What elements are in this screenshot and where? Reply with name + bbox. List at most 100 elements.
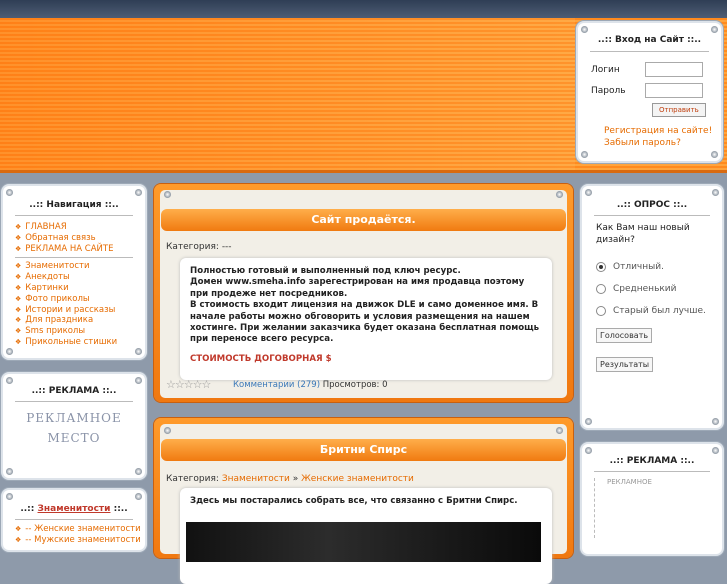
screw-icon — [585, 447, 592, 454]
screw-icon — [712, 418, 719, 425]
ad-panel-left: ..:: РЕКЛАМА ::.. РЕКЛАМНОЕ МЕСТО — [3, 374, 145, 478]
rating-stars[interactable]: ☆☆☆☆☆ — [166, 378, 211, 391]
diamond-bullet-icon: ❖ — [15, 283, 22, 292]
forgot-password-link[interactable]: Забыли пароль? — [604, 138, 681, 148]
vote-button[interactable]: Голосовать — [596, 328, 653, 343]
screw-icon — [6, 468, 13, 475]
screw-icon — [6, 377, 13, 384]
header-gradient — [0, 18, 575, 170]
screw-icon — [585, 418, 592, 425]
article-text: Полностью готовый и выполненный под ключ… — [180, 258, 552, 380]
article-category: Категория: --- — [166, 242, 232, 252]
screw-icon — [6, 189, 13, 196]
category-link[interactable]: Знаменитости — [222, 474, 290, 484]
category-separator: » — [292, 474, 299, 484]
top-bar — [0, 0, 727, 18]
nav-item[interactable]: ❖ Картинки — [15, 283, 133, 294]
nav-item[interactable]: ❖ Анекдоты — [15, 272, 133, 283]
radio-button[interactable] — [596, 306, 606, 316]
article-text-line: Полностью готовый и выполненный под ключ… — [190, 266, 461, 276]
nav-item[interactable]: ❖ -- Мужские знаменитости — [15, 535, 141, 546]
ad-placeholder-image[interactable]: РЕКЛАМНОЕ МЕСТО — [3, 408, 145, 448]
poll-options: Отличный. Средненький Старый был лучше. — [582, 262, 722, 316]
screw-icon — [164, 427, 171, 434]
category-link[interactable]: Женские знаменитости — [301, 474, 414, 484]
radio-button[interactable] — [596, 262, 606, 272]
poll-option-label: Средненький — [613, 284, 677, 294]
radio-button[interactable] — [596, 284, 606, 294]
price-text: СТОИМОСТЬ ДОГОВОРНАЯ $ — [190, 353, 332, 364]
password-input[interactable] — [645, 83, 703, 98]
register-link[interactable]: Регистрация на сайте! — [604, 126, 712, 136]
nav-item[interactable]: ❖ Знаменитости — [15, 261, 133, 272]
login-panel: ..:: Вход на Сайт ::.. Логин Пароль Отпр… — [578, 23, 721, 161]
diamond-bullet-icon: ❖ — [15, 525, 22, 533]
nav-item[interactable]: ❖ Фото приколы — [15, 294, 133, 305]
login-input[interactable] — [645, 62, 703, 77]
nav-item[interactable]: ❖ Для праздника — [15, 315, 133, 326]
diamond-bullet-icon: ❖ — [15, 337, 22, 346]
nav-item-label: Для праздника — [25, 315, 94, 326]
diamond-bullet-icon: ❖ — [15, 273, 22, 282]
nav-item[interactable]: ❖ РЕКЛАМА НА САЙТЕ — [15, 244, 133, 255]
ad-image-text: РЕКЛАМНОЕ — [607, 478, 652, 486]
celebrities-title-link[interactable]: Знаменитости — [38, 504, 111, 514]
ad-image-text: МЕСТО — [47, 431, 101, 445]
nav-item[interactable]: ❖ Прикольные стишки — [15, 337, 133, 348]
poll-option-label: Старый был лучше. — [613, 306, 706, 316]
screw-icon — [712, 447, 719, 454]
screw-icon — [712, 189, 719, 196]
ad-placeholder-image[interactable]: РЕКЛАМНОЕ — [594, 478, 710, 538]
nav-item[interactable]: ❖ -- Женские знаменитости — [15, 524, 141, 535]
article-sale: Сайт продаётся. Категория: --- Полностью… — [154, 184, 573, 402]
screw-icon — [581, 26, 588, 33]
login-title: ..:: Вход на Сайт ::.. — [597, 35, 702, 45]
nav-item[interactable]: ❖ Sms приколы — [15, 326, 133, 337]
login-submit-button[interactable]: Отправить — [652, 103, 706, 117]
divider — [594, 471, 710, 472]
divider — [15, 401, 133, 402]
article-text-line: Домен www.smeha.info зарегестрирован на … — [190, 277, 525, 299]
screw-icon — [556, 191, 563, 198]
poll-option-label: Отличный. — [613, 262, 664, 272]
login-row: Логин — [578, 62, 721, 77]
screw-icon — [135, 348, 142, 355]
divider — [15, 215, 133, 216]
screw-icon — [135, 468, 142, 475]
navigation-panel: ..:: Навигация ::.. ❖ ГЛАВНАЯ ❖ Обратная св… — [3, 186, 145, 358]
article-title[interactable]: Бритни Спирс — [161, 439, 566, 461]
results-button[interactable]: Результаты — [596, 357, 654, 372]
navigation-title: ..:: Навигация ::.. — [29, 200, 119, 210]
nav-item[interactable]: ❖ Обратная связь — [15, 233, 133, 244]
poll-option[interactable]: Старый был лучше. — [596, 306, 722, 316]
nav-group-main: ❖ ГЛАВНАЯ ❖ Обратная связь ❖ РЕКЛАМА НА САЙТЕ — [3, 222, 145, 254]
poll-actions: Голосовать — [582, 328, 722, 343]
divider — [15, 519, 133, 520]
celebrities-panel: ..:: Знаменитости ::.. ❖ -- Женские знаме… — [3, 490, 145, 550]
article-photo[interactable] — [186, 522, 541, 562]
nav-item-label: РЕКЛАМА НА САЙТЕ — [25, 243, 114, 254]
nav-item[interactable]: ❖ ГЛАВНАЯ — [15, 222, 133, 233]
diamond-bullet-icon: ❖ — [15, 327, 22, 336]
article-title[interactable]: Сайт продаётся. — [161, 209, 566, 231]
divider — [590, 51, 709, 52]
poll-option[interactable]: Средненький — [596, 284, 722, 294]
nav-item[interactable]: ❖ Истории и рассказы — [15, 305, 133, 316]
category-value: --- — [221, 242, 232, 252]
screw-icon — [711, 26, 718, 33]
poll-question: Как Вам наш новый дизайн? — [596, 223, 690, 245]
ad-left-title: ..:: РЕКЛАМА ::.. — [31, 386, 117, 396]
article-text-line: Здесь мы постарались собрать все, что св… — [190, 496, 518, 506]
screw-icon — [711, 151, 718, 158]
poll-option[interactable]: Отличный. — [596, 262, 722, 272]
article-britney: Бритни Спирс Категория: Знаменитости » Ж… — [154, 418, 573, 584]
poll-panel: ..:: ОПРОС ::.. Как Вам наш новый дизайн… — [582, 186, 722, 428]
diamond-bullet-icon: ❖ — [15, 535, 22, 544]
poll-title: ..:: ОПРОС ::.. — [616, 200, 688, 210]
comments-link[interactable]: Комментарии (279) — [233, 380, 320, 390]
screw-icon — [135, 493, 142, 500]
password-row: Пароль — [578, 83, 721, 98]
diamond-bullet-icon: ❖ — [15, 244, 22, 253]
screw-icon — [164, 191, 171, 198]
screw-icon — [6, 493, 13, 500]
